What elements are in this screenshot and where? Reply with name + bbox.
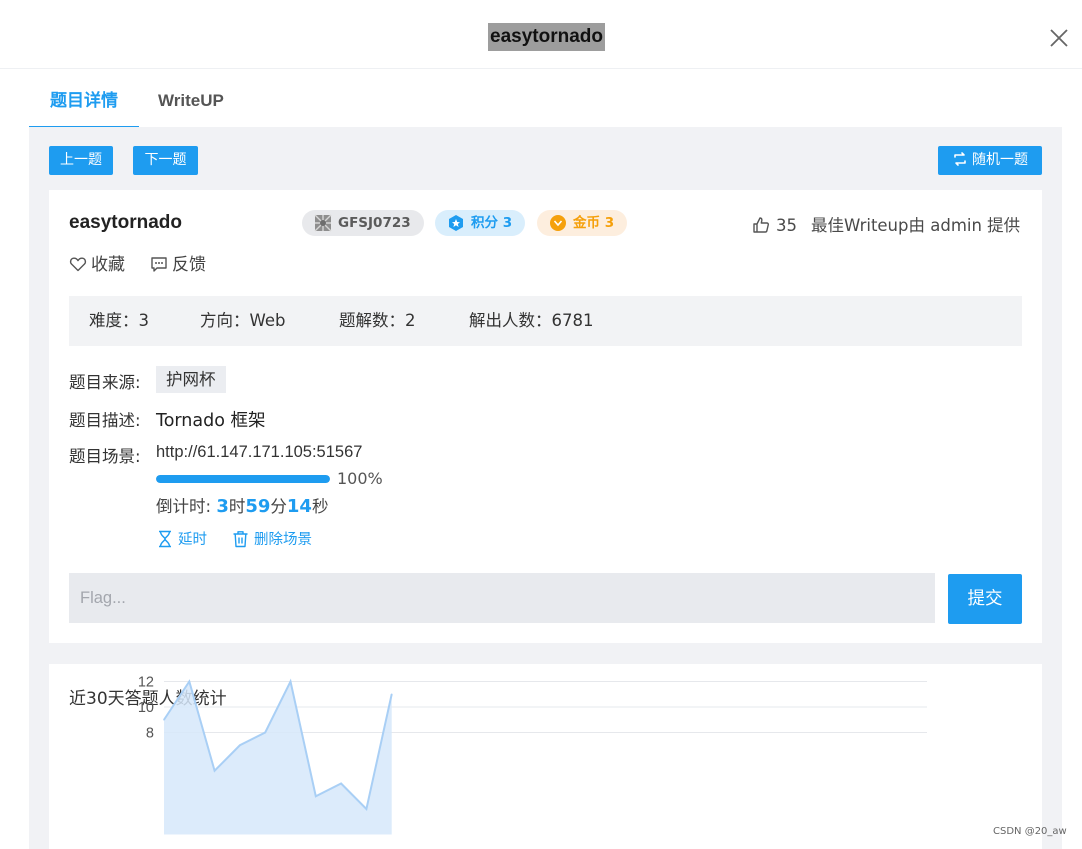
heart-icon <box>69 257 87 272</box>
chart-data-point <box>315 795 317 798</box>
countdown-prefix: 倒计时: <box>156 497 217 516</box>
y-tick-label: 10 <box>138 700 154 716</box>
countdown-seconds-unit: 秒 <box>311 497 329 516</box>
close-icon[interactable] <box>1046 25 1072 51</box>
stats-bar: 难度：3 方向：Web 题解数：2 解出人数：6781 <box>69 296 1022 346</box>
random-challenge-label: 随机一题 <box>972 152 1028 168</box>
tab-writeup[interactable]: WriteUP <box>158 78 224 124</box>
feedback-label: 反馈 <box>172 255 206 275</box>
chart-data-point <box>289 680 292 683</box>
countdown-seconds: 14 <box>286 496 312 517</box>
flag-input[interactable] <box>69 573 935 623</box>
shuffle-icon <box>954 152 966 166</box>
scene-progress-fill <box>156 475 330 483</box>
dialog-header: easytornado <box>0 0 1082 69</box>
like-count: 35 <box>776 216 797 235</box>
extend-time-label: 延时 <box>178 532 207 548</box>
tab-bar: 题目详情 WriteUP <box>29 78 1062 128</box>
feedback-icon <box>151 257 167 272</box>
countdown-minutes: 59 <box>245 496 271 517</box>
gold-badge: 金币 3 <box>537 210 628 236</box>
scene-url-link[interactable]: http://61.147.171.105:51567 <box>156 443 362 462</box>
challenge-code-icon <box>314 214 332 232</box>
solvers-stat: 解出人数：6781 <box>469 311 594 330</box>
chart-data-point <box>239 744 241 747</box>
tab-challenge-details[interactable]: 题目详情 <box>29 78 139 124</box>
gold-coin-icon <box>550 215 566 231</box>
description-value: Tornado 框架 <box>156 411 266 431</box>
countdown-hours: 3 <box>216 496 229 517</box>
favorite-label: 收藏 <box>91 255 125 275</box>
countdown-hours-unit: 时 <box>228 497 246 516</box>
challenge-card: easytornado GFSJ0723 积分 3 金币 3 35 最佳Write… <box>49 190 1042 643</box>
scene-label: 题目场景: <box>69 447 141 466</box>
difficulty-stat: 难度：3 <box>89 311 149 330</box>
points-badge: 积分 3 <box>435 210 526 236</box>
chart-data-point <box>163 718 165 721</box>
solutions-stat: 题解数：2 <box>339 311 416 330</box>
chart-data-point <box>390 693 393 696</box>
chart-data-point <box>264 731 266 734</box>
scene-progress-text: 100% <box>337 469 383 488</box>
y-tick-label: 12 <box>138 675 154 691</box>
chart-area <box>164 681 392 835</box>
delete-scene-label: 删除场景 <box>254 532 312 548</box>
countdown-minutes-unit: 分 <box>270 497 287 516</box>
watermark-text: CSDN @20_aw <box>993 826 1067 837</box>
challenge-code-badge: GFSJ0723 <box>302 210 424 236</box>
countdown: 倒计时: 3时59分14秒 <box>156 493 328 517</box>
delete-scene-button[interactable]: 删除场景 <box>232 528 312 549</box>
direction-stat: 方向：Web <box>200 311 286 330</box>
chart-data-point <box>365 808 368 810</box>
favorite-button[interactable]: 收藏 <box>69 250 125 275</box>
next-challenge-button[interactable]: 下一题 <box>133 146 198 175</box>
source-label: 题目来源: <box>69 373 141 392</box>
chart-data-point <box>340 782 342 785</box>
random-challenge-button[interactable]: 随机一题 <box>938 146 1042 175</box>
best-writeup-text[interactable]: 最佳Writeup由 admin 提供 <box>811 216 1020 235</box>
thumbs-up-icon[interactable] <box>752 216 770 234</box>
challenge-code-text: GFSJ0723 <box>338 215 411 231</box>
points-text: 积分 3 <box>471 215 513 231</box>
scene-progress-bar <box>156 475 330 483</box>
source-tag: 护网杯 <box>156 366 226 393</box>
points-icon <box>449 215 463 231</box>
prev-challenge-button[interactable]: 上一题 <box>49 146 113 175</box>
answers-area-chart: 12 10 8 <box>138 675 927 835</box>
chart-data-point <box>188 680 191 683</box>
stats-chart-card: 近30天答题人数统计 12 10 8 <box>49 664 1042 849</box>
y-tick-label: 8 <box>146 726 154 742</box>
challenge-name: easytornado <box>69 212 182 233</box>
hourglass-icon <box>159 530 171 548</box>
like-area: 35 最佳Writeup由 admin 提供 <box>752 212 1020 236</box>
dialog-title: easytornado <box>488 23 605 51</box>
trash-icon <box>233 531 248 548</box>
gold-text: 金币 3 <box>573 215 615 231</box>
chart-data-point <box>213 769 216 772</box>
extend-time-button[interactable]: 延时 <box>157 528 207 549</box>
description-label: 题目描述: <box>69 411 141 430</box>
feedback-button[interactable]: 反馈 <box>150 250 206 275</box>
submit-flag-button[interactable]: 提交 <box>948 574 1022 624</box>
